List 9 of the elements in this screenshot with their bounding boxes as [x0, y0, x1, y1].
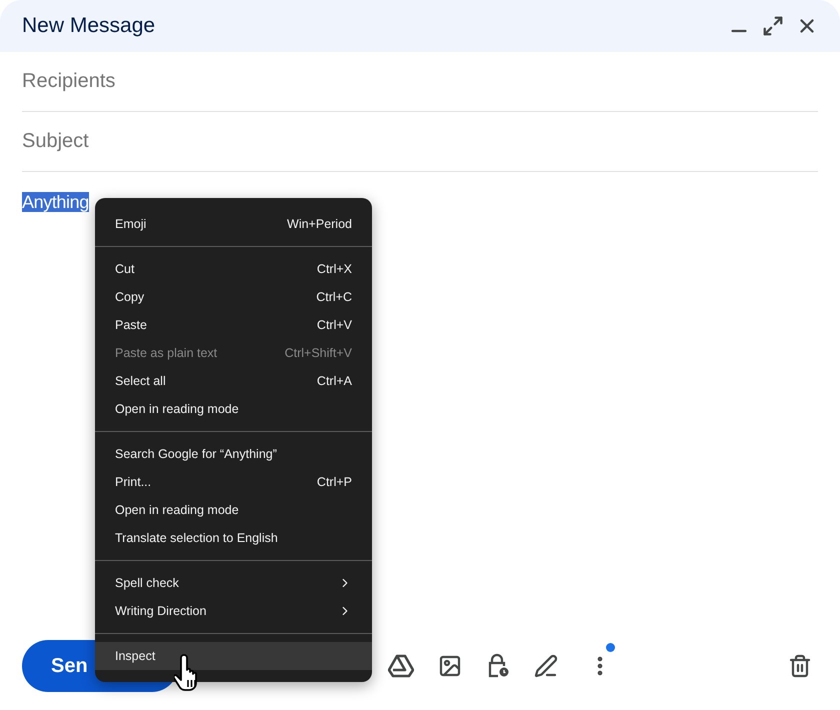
shortcut-text: Ctrl+X	[316, 260, 352, 278]
shortcut-text: Ctrl+C	[316, 288, 352, 306]
shortcut-text: Ctrl+P	[316, 474, 352, 491]
body-text: Anything	[22, 192, 89, 212]
window-title: New Message	[22, 13, 156, 40]
shortcut-text: Ctrl+Shift+V	[284, 344, 352, 362]
shortcut-text: Win+Period	[287, 216, 352, 233]
shortcut-text: Ctrl+V	[316, 316, 352, 334]
shortcut-text: Ctrl+A	[316, 372, 352, 390]
